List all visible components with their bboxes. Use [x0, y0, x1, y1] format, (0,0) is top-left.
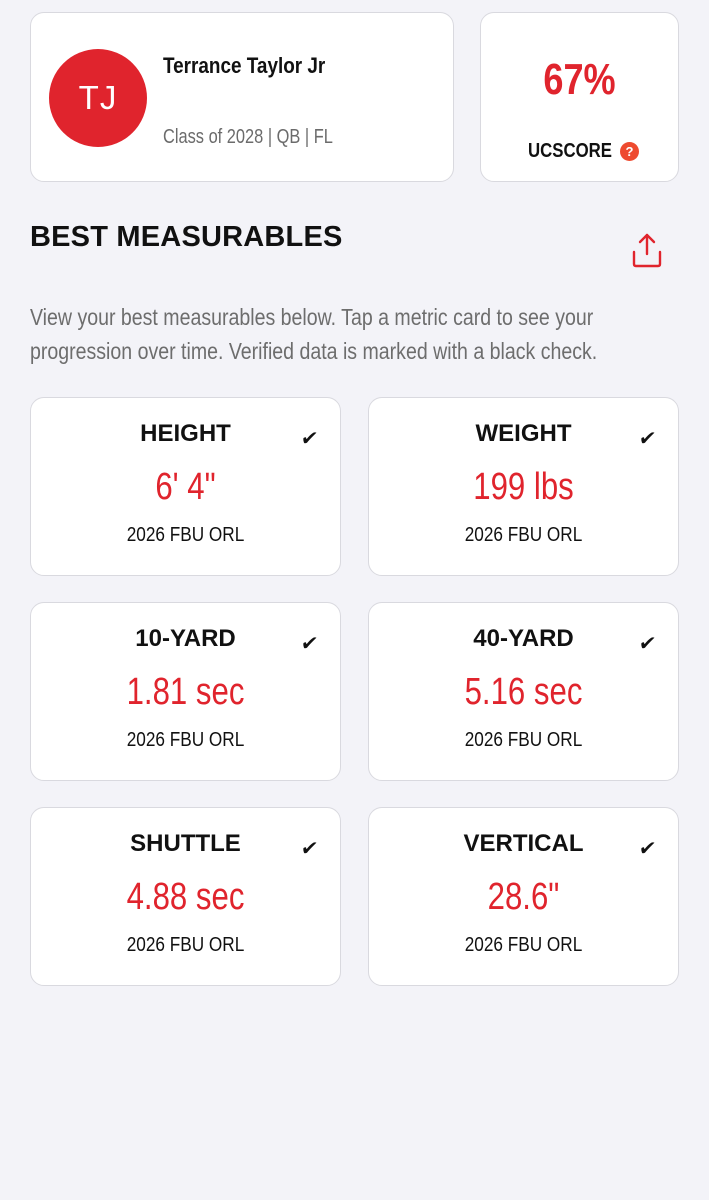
- metric-card-height[interactable]: HEIGHT ✔ 6' 4" 2026 FBU ORL: [30, 397, 341, 576]
- metric-title: HEIGHT: [140, 420, 231, 447]
- screen: TJ Terrance Taylor Jr Class of 2028 | QB…: [0, 0, 709, 1200]
- metric-title: VERTICAL: [463, 830, 584, 857]
- metric-card-vertical[interactable]: VERTICAL ✔ 28.6" 2026 FBU ORL: [368, 807, 679, 986]
- metric-value: 5.16 sec: [464, 671, 583, 713]
- score-card[interactable]: 67% UCSCORE ?: [480, 12, 679, 182]
- share-icon: [632, 233, 662, 268]
- metric-event: 2026 FBU ORL: [464, 524, 583, 546]
- avatar: TJ: [49, 49, 147, 147]
- score-label: UCSCORE: [527, 140, 612, 162]
- section-title: BEST MEASURABLES: [30, 221, 343, 253]
- score-label-row: UCSCORE ?: [481, 140, 678, 163]
- metric-title: 10-YARD: [135, 625, 236, 652]
- metric-event: 2026 FBU ORL: [464, 729, 583, 751]
- profile-card[interactable]: TJ Terrance Taylor Jr Class of 2028 | QB…: [30, 12, 454, 182]
- metric-event: 2026 FBU ORL: [126, 934, 245, 956]
- metric-card-weight[interactable]: WEIGHT ✔ 199 lbs 2026 FBU ORL: [368, 397, 679, 576]
- metric-value: 28.6": [487, 876, 560, 918]
- help-icon[interactable]: ?: [620, 142, 639, 161]
- metric-title: SHUTTLE: [130, 830, 241, 857]
- section-description: View your best measurables below. Tap a …: [30, 304, 598, 364]
- metric-event: 2026 FBU ORL: [126, 524, 245, 546]
- metric-event: 2026 FBU ORL: [464, 934, 583, 956]
- metric-event: 2026 FBU ORL: [126, 729, 245, 751]
- metric-title: WEIGHT: [475, 420, 572, 447]
- metric-value: 6' 4": [155, 466, 216, 508]
- profile-meta: Class of 2028 | QB | FL: [163, 126, 333, 148]
- profile-name: Terrance Taylor Jr: [163, 53, 326, 78]
- metric-card-10-yard[interactable]: 10-YARD ✔ 1.81 sec 2026 FBU ORL: [30, 602, 341, 781]
- share-button[interactable]: [625, 228, 669, 272]
- metric-value: 4.88 sec: [126, 876, 245, 918]
- metric-card-40-yard[interactable]: 40-YARD ✔ 5.16 sec 2026 FBU ORL: [368, 602, 679, 781]
- metric-value: 199 lbs: [473, 466, 574, 508]
- metric-card-shuttle[interactable]: SHUTTLE ✔ 4.88 sec 2026 FBU ORL: [30, 807, 341, 986]
- metric-value: 1.81 sec: [126, 671, 245, 713]
- score-value: 67%: [543, 55, 616, 104]
- metric-title: 40-YARD: [473, 625, 574, 652]
